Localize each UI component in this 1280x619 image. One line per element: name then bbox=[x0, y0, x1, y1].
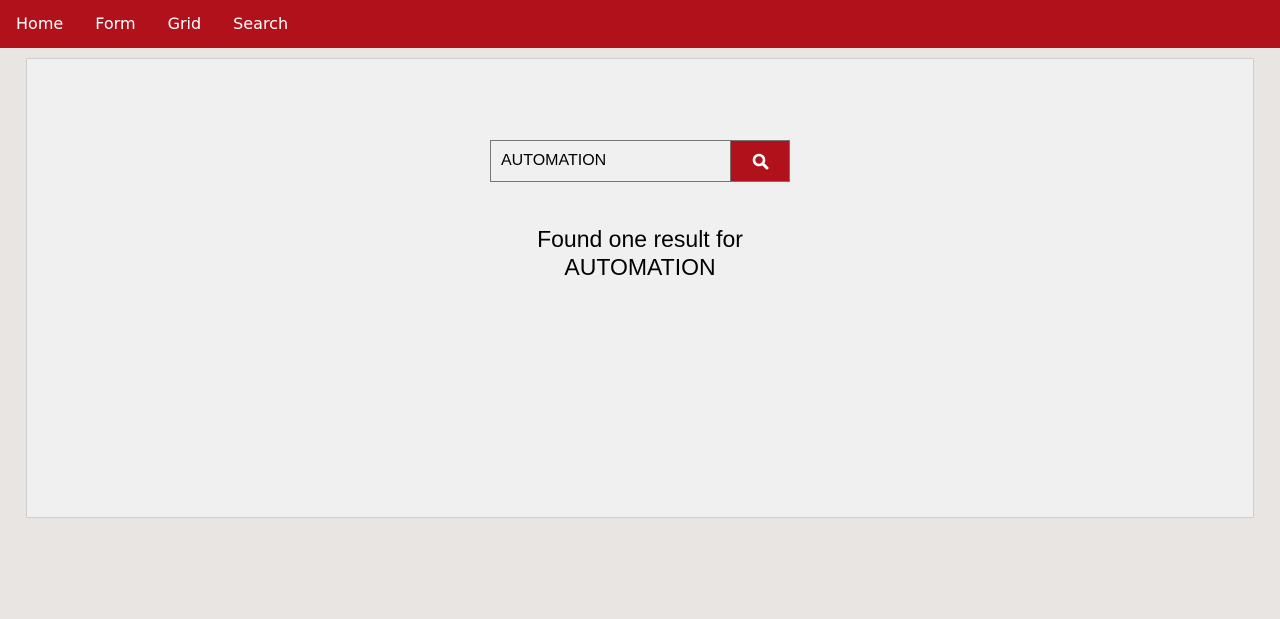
search-result-message: Found one result for AUTOMATION bbox=[27, 225, 1253, 281]
search-panel: Found one result for AUTOMATION bbox=[26, 58, 1254, 518]
nav-link-form[interactable]: Form bbox=[79, 0, 151, 48]
search-bar bbox=[490, 140, 790, 182]
nav-link-grid[interactable]: Grid bbox=[152, 0, 218, 48]
search-button[interactable] bbox=[730, 140, 790, 182]
search-icon bbox=[752, 153, 768, 169]
result-text-line1: Found one result for bbox=[537, 226, 743, 252]
nav-link-search[interactable]: Search bbox=[217, 0, 304, 48]
result-query-term: AUTOMATION bbox=[564, 254, 716, 280]
search-input[interactable] bbox=[490, 140, 730, 182]
top-navbar: Home Form Grid Search bbox=[0, 0, 1280, 48]
nav-link-home[interactable]: Home bbox=[0, 0, 79, 48]
